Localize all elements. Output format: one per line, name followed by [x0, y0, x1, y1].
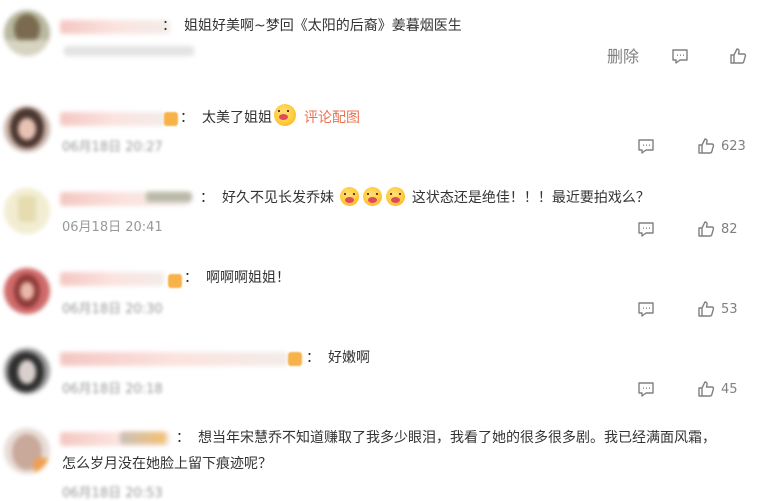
- comment-text: ： 好嫩啊: [306, 346, 370, 370]
- timestamp: 06月18日 20:30: [62, 302, 163, 317]
- like-count: 53: [721, 302, 738, 317]
- username-blurred[interactable]: [60, 112, 166, 126]
- avatar[interactable]: [4, 428, 50, 474]
- thumbs-up-icon[interactable]: [697, 137, 715, 159]
- comment-content: 好嫩啊: [328, 350, 370, 366]
- vip-badge: [164, 112, 178, 126]
- like-count: 623: [721, 139, 746, 154]
- vip-badge: [288, 352, 302, 366]
- like-count: 82: [721, 222, 738, 237]
- vip-badge: [168, 274, 182, 288]
- comment-content: 姐姐好美啊~梦回《太阳的后裔》姜暮烟医生: [184, 18, 462, 34]
- comment-actions: 53: [637, 299, 747, 321]
- delete-button[interactable]: 删除: [607, 46, 639, 68]
- comment-content: 好久不见长发乔妹: [222, 190, 334, 206]
- comment-image-link[interactable]: 评论配图: [304, 110, 360, 126]
- comment-content: 啊啊啊姐姐！: [206, 270, 290, 286]
- thumbs-up-icon[interactable]: [697, 380, 715, 402]
- comment-actions: 623: [637, 136, 747, 158]
- colon: ：: [162, 18, 176, 34]
- timestamp: 06月18日 20:53: [62, 486, 163, 501]
- comment-text: ： 姐姐好美啊~梦回《太阳的后裔》姜暮烟医生: [162, 14, 462, 38]
- comment-text-continued: 怎么岁月没在她脸上留下痕迹呢？: [62, 456, 272, 472]
- username-blurred[interactable]: [60, 352, 288, 366]
- comment-icon[interactable]: [637, 221, 655, 243]
- comment-actions: 删除: [607, 46, 747, 68]
- comment-content: 这状态还是绝佳！！！最近要拍戏么？: [411, 190, 650, 206]
- comment-text: ： 好久不见长发乔妹 这状态还是绝佳！！！最近要拍戏么？: [200, 186, 650, 210]
- colon: ：: [176, 430, 190, 446]
- timestamp: 06月18日 20:27: [62, 140, 163, 155]
- badge-blurred: [120, 432, 166, 444]
- emoji-icon: [363, 187, 383, 206]
- timestamp: 06月18日 20:41: [62, 220, 163, 235]
- comment-content: 想当年宋慧乔不知道赚取了我多少眼泪，我看了她的很多很多剧。我已经满面风霜，: [198, 430, 716, 446]
- comment-text: ： 太美了姐姐 评论配图: [180, 104, 360, 130]
- timestamp: 06月18日 20:18: [62, 382, 163, 397]
- crying-emoji-icon: [274, 104, 296, 126]
- avatar[interactable]: [4, 106, 50, 152]
- comment-icon[interactable]: [637, 301, 655, 323]
- thumbs-up-icon[interactable]: [697, 220, 715, 242]
- timestamp-blurred: [64, 46, 194, 56]
- comment-text: ： 啊啊啊姐姐！: [184, 266, 290, 290]
- comment-actions: 82: [637, 219, 747, 241]
- avatar[interactable]: [4, 348, 50, 394]
- like-count: 45: [721, 382, 738, 397]
- username-blurred[interactable]: [60, 272, 164, 286]
- colon: ：: [180, 110, 194, 126]
- badge-blurred: [146, 192, 192, 202]
- emoji-icon: [386, 187, 406, 206]
- thumbs-up-icon[interactable]: [697, 300, 715, 322]
- comment-icon[interactable]: [637, 381, 655, 403]
- avatar[interactable]: [4, 10, 50, 56]
- colon: ：: [306, 350, 320, 366]
- comment-text: ： 想当年宋慧乔不知道赚取了我多少眼泪，我看了她的很多很多剧。我已经满面风霜，: [176, 426, 716, 450]
- avatar[interactable]: [4, 188, 50, 234]
- comment-icon[interactable]: [671, 48, 689, 70]
- comment-icon[interactable]: [637, 138, 655, 160]
- avatar[interactable]: [4, 268, 50, 314]
- comment-content: 太美了姐姐: [202, 110, 272, 126]
- username-blurred[interactable]: [60, 20, 170, 34]
- comment-actions: 45: [637, 379, 747, 401]
- colon: ：: [184, 270, 198, 286]
- emoji-icon: [340, 187, 360, 206]
- thumbs-up-icon[interactable]: [729, 47, 747, 69]
- colon: ：: [200, 190, 214, 206]
